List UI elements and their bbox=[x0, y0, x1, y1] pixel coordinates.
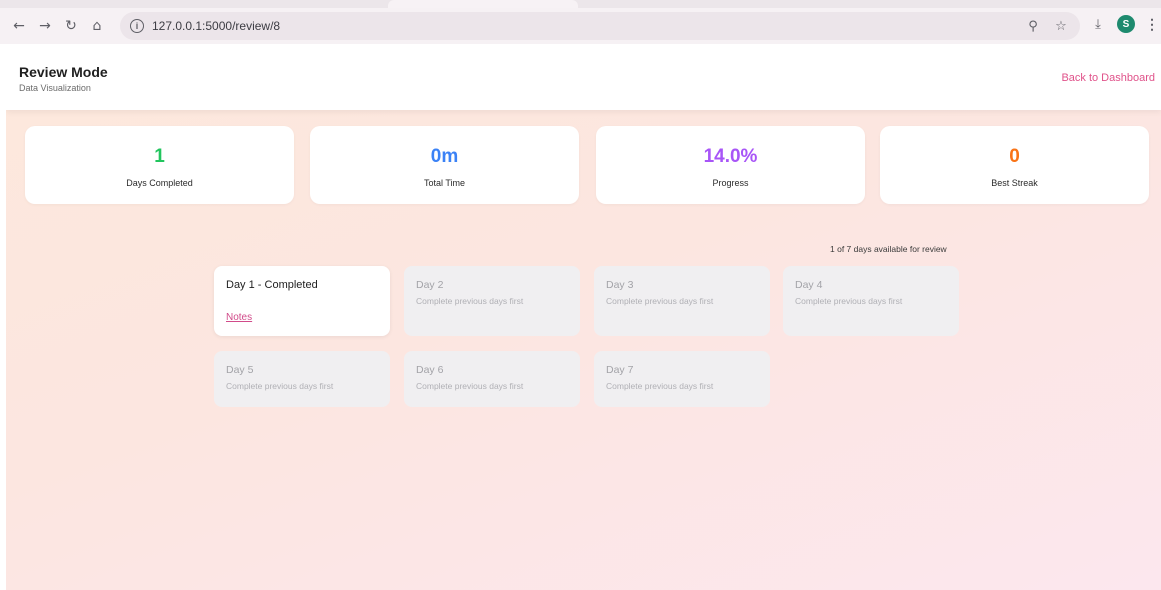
stat-card-days-completed: 1 Days Completed bbox=[25, 126, 294, 204]
tab-strip bbox=[0, 0, 1161, 8]
stat-card-total-time: 0m Total Time bbox=[310, 126, 579, 204]
day-message: Complete previous days first bbox=[416, 381, 524, 391]
day-card-4: Day 4 Complete previous days first bbox=[783, 266, 959, 336]
stat-card-best-streak: 0 Best Streak bbox=[880, 126, 1149, 204]
url-text[interactable]: 127.0.0.1:5000/review/8 bbox=[152, 19, 280, 33]
day-message: Complete previous days first bbox=[416, 296, 524, 306]
day-title: Day 4 bbox=[795, 279, 823, 291]
address-bar[interactable]: i 127.0.0.1:5000/review/8 ⚲ ☆ bbox=[120, 12, 1080, 40]
day-card-3: Day 3 Complete previous days first bbox=[594, 266, 770, 336]
avatar[interactable]: S bbox=[1117, 15, 1135, 33]
day-card-6: Day 6 Complete previous days first bbox=[404, 351, 580, 407]
day-title: Day 7 bbox=[606, 364, 634, 376]
day-title: Day 2 bbox=[416, 279, 444, 291]
active-tab[interactable] bbox=[388, 0, 578, 8]
day-title: Day 1 - Completed bbox=[226, 279, 318, 291]
stats-row: 1 Days Completed 0m Total Time 14.0% Pro… bbox=[25, 126, 1157, 204]
star-icon[interactable]: ☆ bbox=[1052, 17, 1070, 35]
menu-icon[interactable]: ⋮ bbox=[1145, 16, 1159, 33]
app-content: Review Mode Data Visualization Back to D… bbox=[6, 44, 1161, 590]
browser-toolbar: ← → ↻ ⌂ i 127.0.0.1:5000/review/8 ⚲ ☆ ⤓ … bbox=[0, 8, 1161, 44]
page-title: Review Mode bbox=[19, 64, 108, 80]
stat-card-progress: 14.0% Progress bbox=[596, 126, 865, 204]
stat-label: Progress bbox=[712, 178, 749, 188]
stat-value: 14.0% bbox=[703, 146, 758, 167]
page-header: Review Mode Data Visualization Back to D… bbox=[6, 44, 1161, 110]
stat-label: Total Time bbox=[423, 178, 465, 188]
availability-text: 1 of 7 days available for review bbox=[830, 244, 947, 254]
stat-label: Days Completed bbox=[126, 178, 193, 188]
notes-link[interactable]: Notes bbox=[226, 312, 252, 323]
day-title: Day 6 bbox=[416, 364, 444, 376]
page-subtitle: Data Visualization bbox=[19, 83, 91, 93]
reload-icon[interactable]: ↻ bbox=[60, 15, 82, 37]
stat-value: 0 bbox=[1009, 146, 1020, 167]
day-card-7: Day 7 Complete previous days first bbox=[594, 351, 770, 407]
info-icon[interactable]: i bbox=[130, 19, 144, 33]
day-card-1[interactable]: Day 1 - Completed Notes bbox=[214, 266, 390, 336]
day-card-5: Day 5 Complete previous days first bbox=[214, 351, 390, 407]
zoom-icon[interactable]: ⚲ bbox=[1024, 17, 1042, 35]
day-title: Day 3 bbox=[606, 279, 634, 291]
stat-label: Best Streak bbox=[991, 178, 1038, 188]
day-title: Day 5 bbox=[226, 364, 254, 376]
download-icon[interactable]: ⤓ bbox=[1089, 15, 1107, 33]
day-message: Complete previous days first bbox=[606, 381, 714, 391]
day-message: Complete previous days first bbox=[606, 296, 714, 306]
day-card-2: Day 2 Complete previous days first bbox=[404, 266, 580, 336]
back-to-dashboard-link[interactable]: Back to Dashboard bbox=[1061, 72, 1155, 84]
day-message: Complete previous days first bbox=[226, 381, 334, 391]
home-icon[interactable]: ⌂ bbox=[86, 15, 108, 37]
stat-value: 0m bbox=[430, 146, 459, 167]
back-arrow-icon[interactable]: ← bbox=[8, 15, 30, 37]
forward-arrow-icon[interactable]: → bbox=[34, 15, 56, 37]
day-message: Complete previous days first bbox=[795, 296, 903, 306]
stat-value: 1 bbox=[154, 146, 165, 167]
